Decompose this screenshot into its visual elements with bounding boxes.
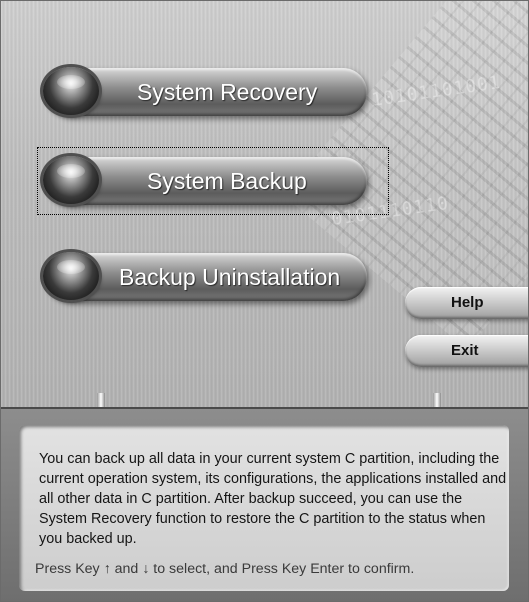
- orb-icon: [43, 67, 99, 115]
- system-backup-label: System Backup: [147, 168, 307, 194]
- system-backup-button[interactable]: System Backup: [43, 156, 367, 205]
- orb-icon: [43, 156, 99, 204]
- backup-uninstallation-label: Backup Uninstallation: [119, 264, 341, 290]
- exit-button[interactable]: Exit: [405, 335, 528, 367]
- description-text: You can back up all data in your current…: [39, 451, 507, 547]
- orb-icon: [43, 252, 99, 300]
- system-recovery-button[interactable]: System Recovery: [43, 67, 367, 116]
- info-panel: You can back up all data in your current…: [1, 407, 528, 601]
- backup-uninstallation-button[interactable]: Backup Uninstallation: [43, 252, 367, 301]
- exit-label: Exit: [451, 342, 479, 359]
- app-window: 10101101001 0101110110 System Recovery S…: [0, 0, 529, 602]
- info-panel-inner: You can back up all data in your current…: [19, 425, 509, 591]
- help-label: Help: [451, 294, 484, 311]
- key-hint-text: Press Key ↑ and ↓ to select, and Press K…: [35, 561, 415, 577]
- system-recovery-label: System Recovery: [137, 79, 318, 105]
- help-button[interactable]: Help: [405, 287, 528, 319]
